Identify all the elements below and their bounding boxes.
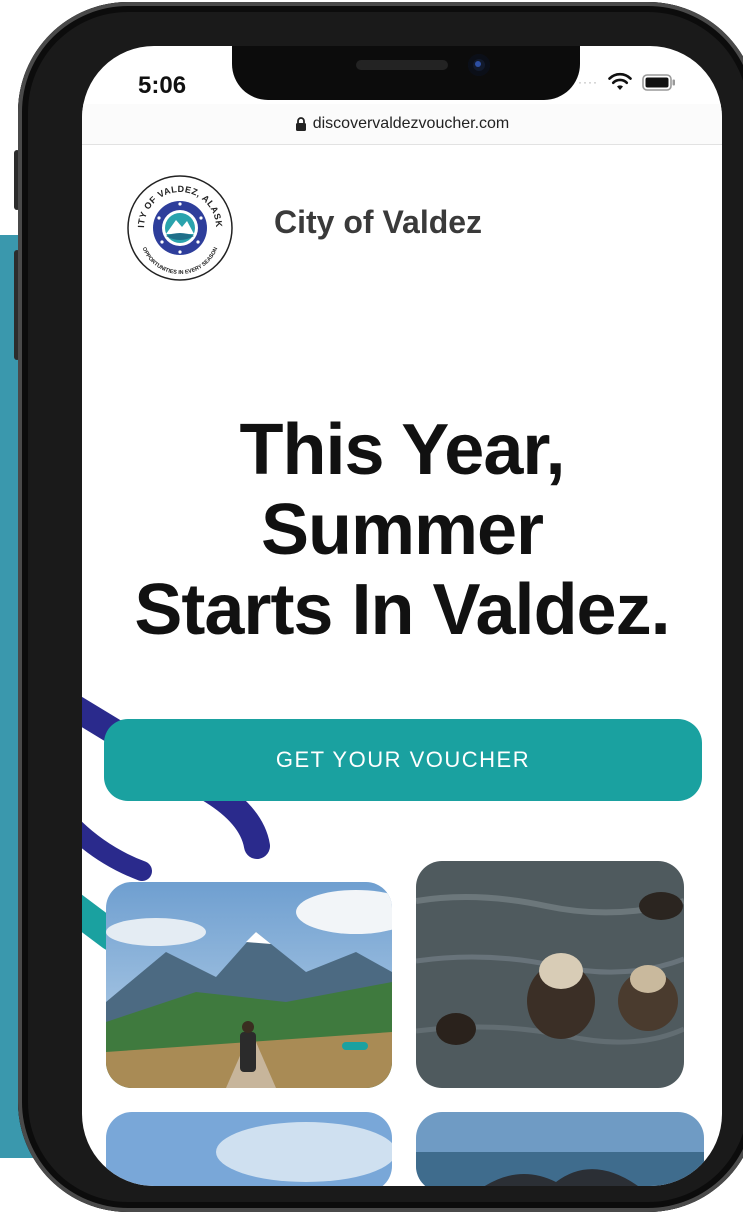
phone-screen: 5:06 ···· discovervaldezvoucher.com ITY … (82, 46, 722, 1186)
hero-headline: This Year, Summer Starts In Valdez. (82, 410, 722, 650)
site-name[interactable]: City of Valdez (274, 204, 482, 241)
status-icons: ···· (578, 72, 676, 92)
address-bar[interactable]: discovervaldezvoucher.com (82, 104, 722, 145)
get-voucher-button[interactable]: GET YOUR VOUCHER (104, 719, 702, 801)
battery-icon (642, 73, 675, 91)
phone-frame: 5:06 ···· discovervaldezvoucher.com ITY … (18, 2, 743, 1212)
photo-sky (106, 1112, 392, 1186)
otters-image (416, 861, 684, 1088)
camera-icon (468, 54, 490, 76)
headline-line-2: Summer (260, 490, 544, 570)
notch (232, 46, 580, 100)
city-logo[interactable]: CITY OF VALDEZ, ALASKA OPPORTUNITIES IN … (126, 174, 234, 282)
sky-image (106, 1112, 392, 1186)
photo-whale (416, 1112, 704, 1186)
lock-icon (295, 117, 306, 131)
headline-line-3: Starts In Valdez. (134, 570, 670, 650)
url-text: discovervaldezvoucher.com (312, 115, 510, 132)
wifi-icon (608, 72, 632, 90)
signal-dots-icon: ···· (578, 75, 598, 89)
mountain-image (106, 882, 392, 1088)
speaker (356, 60, 448, 70)
whale-image (416, 1112, 704, 1186)
photo-hiker-mountains (106, 882, 392, 1088)
headline-line-1: This Year, (239, 410, 566, 490)
photo-sea-otters (416, 861, 684, 1088)
status-time: 5:06 (138, 72, 187, 99)
